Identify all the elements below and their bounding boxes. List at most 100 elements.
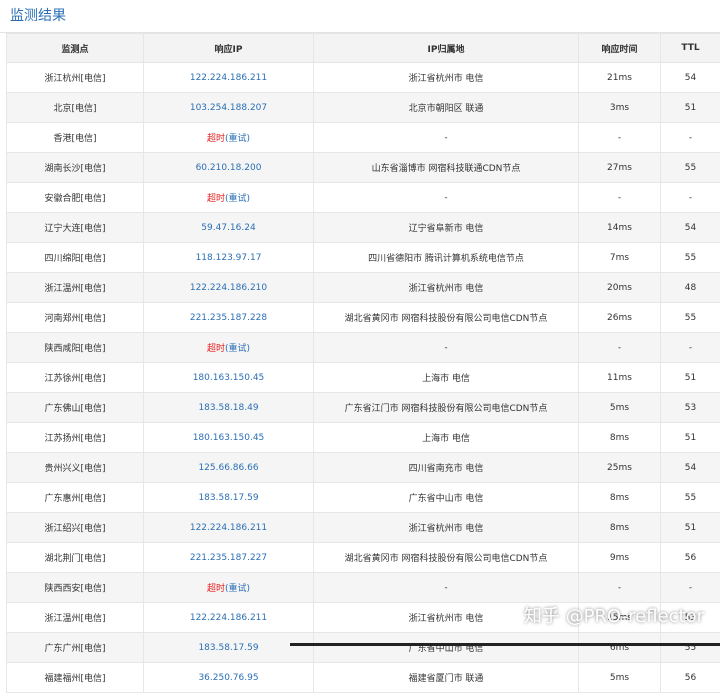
cell-response-time: 25ms	[579, 453, 661, 483]
timeout-label: 超时	[207, 194, 225, 204]
cell-response-time: -	[579, 573, 661, 603]
table-row: 广东惠州[电信]183.58.17.59广东省中山市 电信8ms55	[7, 483, 720, 513]
cell-ip-location: 山东省淄博市 网宿科技联通CDN节点	[314, 153, 579, 183]
cell-monitor-point: 北京[电信]	[7, 93, 144, 123]
ip-value: 183.58.17.59	[198, 643, 258, 653]
cell-monitor-point: 广东佛山[电信]	[7, 393, 144, 423]
cell-monitor-point: 江苏扬州[电信]	[7, 423, 144, 453]
ip-value: 125.66.86.66	[198, 463, 258, 473]
table-row: 江苏徐州[电信]180.163.150.45上海市 电信11ms51	[7, 363, 720, 393]
cell-response-ip: 122.224.186.211	[144, 513, 314, 543]
retry-link[interactable]: (重试)	[225, 194, 250, 204]
column-header-point: 监测点	[7, 34, 144, 63]
cell-monitor-point: 四川绵阳[电信]	[7, 243, 144, 273]
cell-ip-location: 浙江省杭州市 电信	[314, 513, 579, 543]
table-row: 湖南长沙[电信]60.210.18.200山东省淄博市 网宿科技联通CDN节点2…	[7, 153, 720, 183]
timeout-label: 超时	[207, 344, 225, 354]
retry-link[interactable]: (重试)	[225, 584, 250, 594]
cell-ip-location: 北京市朝阳区 联通	[314, 93, 579, 123]
cell-response-time: 14ms	[579, 213, 661, 243]
table-row: 浙江温州[电信]122.224.186.210浙江省杭州市 电信20ms48	[7, 273, 720, 303]
table-row: 四川绵阳[电信]118.123.97.17四川省德阳市 腾讯计算机系统电信节点7…	[7, 243, 720, 273]
results-table: 监测点 响应IP IP归属地 响应时间 TTL 浙江杭州[电信]122.224.…	[6, 33, 720, 693]
cell-monitor-point: 浙江温州[电信]	[7, 273, 144, 303]
table-row: 辽宁大连[电信]59.47.16.24辽宁省阜新市 电信14ms54	[7, 213, 720, 243]
cell-ip-location: 浙江省杭州市 电信	[314, 273, 579, 303]
cell-monitor-point: 浙江绍兴[电信]	[7, 513, 144, 543]
table-row: 北京[电信] 103.254.188.207 北京市朝阳区 联通3ms51	[7, 93, 720, 123]
cell-response-ip: 103.254.188.207	[144, 93, 314, 123]
cell-response-time: -	[579, 333, 661, 363]
cell-response-ip: 122.224.186.211	[144, 63, 314, 93]
ip-value: 122.224.186.211	[190, 523, 267, 533]
cell-ttl: 55	[661, 303, 720, 333]
cell-response-ip: 59.47.16.24	[144, 213, 314, 243]
ip-value: 122.224.186.211	[190, 613, 267, 623]
cell-response-ip: 118.123.97.17	[144, 243, 314, 273]
cell-ip-location: -	[314, 333, 579, 363]
cell-monitor-point: 湖北荆门[电信]	[7, 543, 144, 573]
cell-response-time: 8ms	[579, 423, 661, 453]
cell-monitor-point: 贵州兴义[电信]	[7, 453, 144, 483]
cell-ttl: -	[661, 333, 720, 363]
cell-monitor-point: 江苏徐州[电信]	[7, 363, 144, 393]
column-header-time: 响应时间	[579, 34, 661, 63]
cell-monitor-point: 湖南长沙[电信]	[7, 153, 144, 183]
cell-ttl: -	[661, 183, 720, 213]
table-row: 河南郑州[电信]221.235.187.228湖北省黄冈市 网宿科技股份有限公司…	[7, 303, 720, 333]
cell-response-time: 5ms	[579, 393, 661, 423]
table-row: 浙江绍兴[电信]122.224.186.211浙江省杭州市 电信8ms51	[7, 513, 720, 543]
cell-ip-location: 广东省江门市 网宿科技股份有限公司电信CDN节点	[314, 393, 579, 423]
cell-response-ip: 122.224.186.210	[144, 273, 314, 303]
cell-response-ip: 超时(重试)	[144, 183, 314, 213]
cell-ip-location: -	[314, 123, 579, 153]
ip-value: 221.235.187.227	[190, 553, 267, 563]
cell-ip-location: 广东省中山市 电信	[314, 483, 579, 513]
cell-monitor-point: 浙江杭州[电信]	[7, 63, 144, 93]
cell-response-ip: 超时(重试)	[144, 573, 314, 603]
table-row: 贵州兴义[电信]125.66.86.66四川省南充市 电信25ms54	[7, 453, 720, 483]
table-row: 广东广州[电信]183.58.17.59广东省中山市 电信6ms55	[7, 633, 720, 663]
cell-ttl: 51	[661, 93, 720, 123]
cell-response-time: 5ms	[579, 663, 661, 693]
column-header-ip: 响应IP	[144, 34, 314, 63]
cell-ttl: 56	[661, 663, 720, 693]
cell-ttl: 51	[661, 363, 720, 393]
cell-ttl: 56	[661, 543, 720, 573]
ip-value: 180.163.150.45	[193, 433, 265, 443]
cell-monitor-point: 浙江温州[电信]	[7, 603, 144, 633]
retry-link[interactable]: (重试)	[225, 134, 250, 144]
cell-monitor-point: 香港[电信]	[7, 123, 144, 153]
watermark: 知乎 @PRO-reflector	[524, 602, 704, 628]
cell-ip-location: 福建省厦门市 联通	[314, 663, 579, 693]
cell-response-ip: 221.235.187.228	[144, 303, 314, 333]
cell-response-time: 26ms	[579, 303, 661, 333]
table-row: 陕西西安[电信]超时(重试)---	[7, 573, 720, 603]
table-row: 浙江杭州[电信]122.224.186.211浙江省杭州市 电信21ms54	[7, 63, 720, 93]
cell-ip-location: 湖北省黄冈市 网宿科技股份有限公司电信CDN节点	[314, 303, 579, 333]
cell-response-time: -	[579, 183, 661, 213]
cell-ttl: 55	[661, 243, 720, 273]
cell-ttl: 55	[661, 483, 720, 513]
timeout-label: 超时	[207, 584, 225, 594]
table-header-row: 监测点 响应IP IP归属地 响应时间 TTL	[7, 34, 720, 63]
cell-monitor-point: 广东广州[电信]	[7, 633, 144, 663]
cell-ttl: 54	[661, 213, 720, 243]
cell-response-ip: 超时(重试)	[144, 333, 314, 363]
cell-monitor-point: 辽宁大连[电信]	[7, 213, 144, 243]
cell-response-ip: 221.235.187.227	[144, 543, 314, 573]
cell-ip-location: 广东省中山市 电信	[314, 633, 579, 663]
ip-value: 103.254.188.207	[190, 103, 267, 113]
cell-response-time: 3ms	[579, 93, 661, 123]
retry-link[interactable]: (重试)	[225, 344, 250, 354]
cell-response-ip: 183.58.17.59	[144, 633, 314, 663]
cell-ttl: 51	[661, 423, 720, 453]
ip-value: 122.224.186.210	[190, 283, 267, 293]
column-header-ttl: TTL	[661, 34, 720, 63]
cell-monitor-point: 陕西西安[电信]	[7, 573, 144, 603]
cell-response-ip: 180.163.150.45	[144, 423, 314, 453]
cell-response-time: -	[579, 123, 661, 153]
cell-ttl: -	[661, 123, 720, 153]
cell-response-time: 8ms	[579, 513, 661, 543]
ip-value: 60.210.18.200	[196, 163, 262, 173]
